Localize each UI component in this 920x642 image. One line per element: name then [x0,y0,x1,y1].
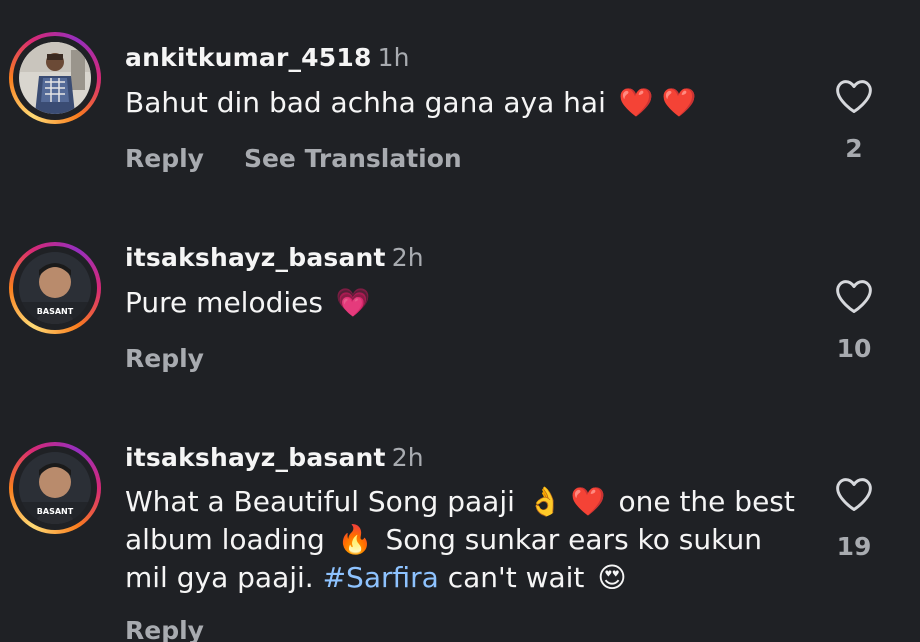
comment-actions: Reply See Translation [125,144,462,173]
ok-hand-emoji: 👌 [527,485,563,518]
like-count: 10 [836,334,872,363]
avatar[interactable]: BASANT [9,442,101,534]
comment-text-part: What a Beautiful Song paaji [125,485,515,518]
comment-text: Bahut din bad achha gana aya hai ❤️ ❤️ [125,84,805,122]
fire-emoji: 🔥 [337,523,373,556]
reply-button[interactable]: Reply [125,616,204,642]
comment-actions: Reply [125,616,204,642]
reply-button[interactable]: Reply [125,344,204,373]
heart-emoji: ❤️ [618,86,654,119]
avatar[interactable] [9,32,101,124]
avatar-photo [19,42,91,114]
like-count: 2 [845,134,863,163]
avatar-label: BASANT [37,307,74,316]
username-text[interactable]: ankitkumar_4518 [125,43,372,72]
comment-time: 1h [377,43,410,72]
comment-username[interactable]: ankitkumar_4518 1h [125,43,410,72]
avatar-photo: BASANT [19,452,91,524]
comment-time: 2h [391,243,424,272]
comment-text: Pure melodies 💗 [125,284,805,322]
comment-time: 2h [391,443,424,472]
comment-actions: Reply [125,344,204,373]
like-count: 19 [836,532,872,561]
avatar[interactable]: BASANT [9,242,101,334]
hashtag-link[interactable]: #Sarfira [323,561,439,594]
comment-text-part: can't wait [447,561,585,594]
heart-outline-icon[interactable] [834,476,874,512]
avatar-photo: BASANT [19,252,91,324]
comment-text: What a Beautiful Song paaji 👌 ❤️ one the … [125,483,795,597]
avatar-label: BASANT [37,507,74,516]
see-translation-button[interactable]: See Translation [244,144,462,173]
heart-outline-icon[interactable] [834,278,874,314]
heart-outline-icon[interactable] [834,78,874,114]
pink-heart-emoji: 💗 [335,286,371,319]
username-text[interactable]: itsakshayz_basant [125,243,386,272]
comment-item: BASANT itsakshayz_basant 2h Pure melodies… [0,200,920,400]
comment-item: BASANT itsakshayz_basant 2h What a Beauti… [0,400,920,642]
comment-username[interactable]: itsakshayz_basant 2h [125,243,424,272]
comment-username[interactable]: itsakshayz_basant 2h [125,443,424,472]
comments-list: ankitkumar_4518 1h Bahut din bad achha ga… [0,0,920,642]
comment-item: ankitkumar_4518 1h Bahut din bad achha ga… [0,0,920,200]
comment-text-part: Pure melodies [125,286,323,319]
reply-button[interactable]: Reply [125,144,204,173]
comment-text-part: Bahut din bad achha gana aya hai [125,86,606,119]
username-text[interactable]: itsakshayz_basant [125,443,386,472]
heart-emoji: ❤️ [661,86,697,119]
heart-eyes-emoji: 😍 [597,561,627,594]
heart-emoji: ❤️ [570,485,606,518]
